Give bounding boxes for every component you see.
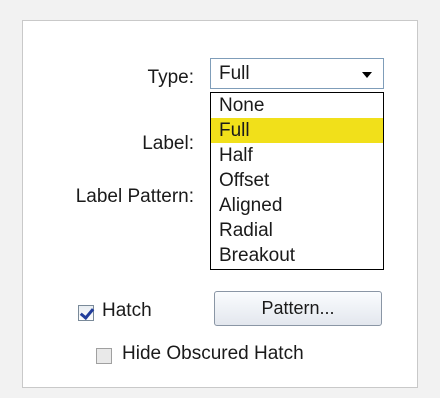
dropdown-option-offset[interactable]: Offset xyxy=(211,168,383,193)
pattern-button[interactable]: Pattern... xyxy=(214,291,382,326)
type-combobox-value: Full xyxy=(219,63,250,84)
type-dropdown-list: None Full Half Offset Aligned Radial Bre… xyxy=(210,92,384,270)
dropdown-option-aligned[interactable]: Aligned xyxy=(211,193,383,218)
hatch-checkbox[interactable] xyxy=(78,305,94,321)
dropdown-option-half[interactable]: Half xyxy=(211,143,383,168)
dropdown-option-full[interactable]: Full xyxy=(211,118,383,143)
type-combobox[interactable]: Full xyxy=(210,58,384,89)
dropdown-option-none[interactable]: None xyxy=(211,93,383,118)
dropdown-option-breakout[interactable]: Breakout xyxy=(211,243,383,268)
hide-obscured-hatch-label[interactable]: Hide Obscured Hatch xyxy=(122,343,304,365)
label-field-label: Label: xyxy=(142,133,194,154)
chevron-down-icon[interactable] xyxy=(362,72,372,78)
type-label: Type: xyxy=(147,67,194,88)
hide-obscured-hatch-checkbox[interactable] xyxy=(96,348,112,364)
hatch-checkbox-label[interactable]: Hatch xyxy=(102,300,152,322)
label-pattern-field-label: Label Pattern: xyxy=(75,186,194,207)
dropdown-option-radial[interactable]: Radial xyxy=(211,218,383,243)
